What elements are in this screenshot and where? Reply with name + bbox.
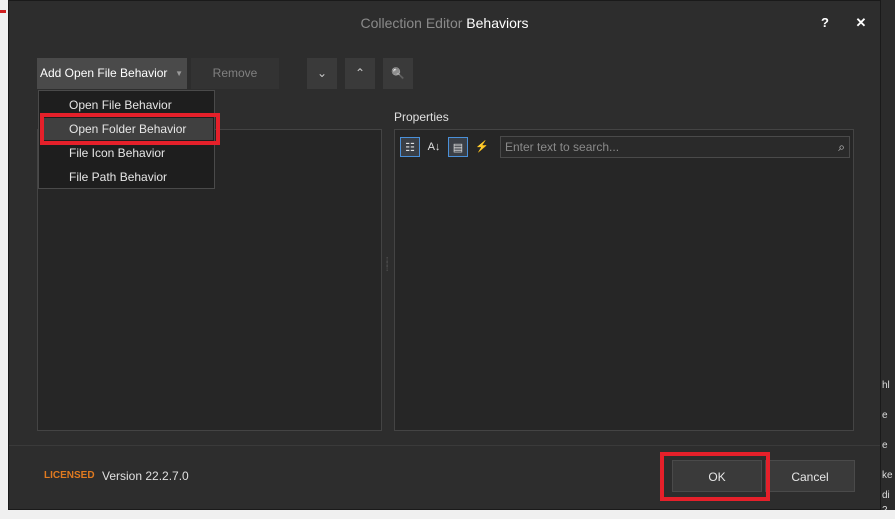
background-text: ke [882,470,893,481]
background-text: e [882,440,888,451]
property-grid-toolbar: ☷ A↓ ▤ ⚡ Enter text to search... ⌕ [395,130,853,164]
alphabetical-sort-icon[interactable]: A↓ [424,137,444,157]
background-right-edge: hl e e ke di 2 [880,0,895,519]
collection-editor-dialog: Collection Editor Behaviors ? ✕ Add Open… [8,0,881,510]
add-behavior-dropdown: Open File Behavior Open Folder Behavior … [38,90,215,189]
add-behavior-label: Add Open File Behavior [40,66,168,80]
licensed-badge: LICENSED [44,470,95,481]
remove-button[interactable]: Remove [191,58,279,89]
menu-item-open-file-behavior[interactable]: Open File Behavior [40,94,213,116]
background-text: hl [882,380,890,391]
chevron-down-icon: ⌄ [316,66,328,80]
help-button[interactable]: ? [815,13,835,33]
background-red-mark [0,10,6,13]
background-left-edge [0,0,8,519]
chevron-up-icon: ⌃ [354,66,366,80]
ok-button[interactable]: OK [672,460,762,492]
title-bar[interactable]: Collection Editor Behaviors ? ✕ [9,1,880,47]
property-search-input[interactable]: Enter text to search... ⌕ [500,136,850,158]
menu-item-open-folder-behavior[interactable]: Open Folder Behavior [40,118,213,140]
magnifier-icon: ⌕ [838,140,845,154]
properties-label: Properties [394,110,449,124]
dropdown-arrow-icon[interactable]: ▼ [175,58,183,89]
cancel-button[interactable]: Cancel [765,460,855,492]
title-prefix: Collection Editor [360,15,463,31]
move-up-button[interactable]: ⌃ [345,58,375,89]
property-grid[interactable]: ☷ A↓ ▤ ⚡ Enter text to search... ⌕ [394,129,854,431]
background-text: di [882,490,890,501]
menu-item-file-path-behavior[interactable]: File Path Behavior [40,166,213,188]
version-label: Version 22.2.7.0 [102,469,189,483]
close-button[interactable]: ✕ [851,13,871,33]
add-behavior-button[interactable]: Add Open File Behavior ▼ [37,58,187,89]
property-pages-icon[interactable]: ▤ [448,137,468,157]
window-title: Collection Editor Behaviors [9,15,880,31]
background-bottom-strip [0,510,895,519]
footer-divider [9,445,880,446]
categorized-icon[interactable]: ☷ [400,137,420,157]
events-lightning-icon[interactable]: ⚡ [472,137,492,157]
background-text: e [882,410,888,421]
search-icon: 🔍 [391,68,405,80]
move-down-button[interactable]: ⌄ [307,58,337,89]
find-button[interactable]: 🔍 [383,58,413,89]
menu-item-file-icon-behavior[interactable]: File Icon Behavior [40,142,213,164]
title-main: Behaviors [466,15,529,31]
search-placeholder: Enter text to search... [505,140,620,154]
splitter-grip-icon[interactable]: ⁞ ⁞ ⁞ [386,257,390,279]
